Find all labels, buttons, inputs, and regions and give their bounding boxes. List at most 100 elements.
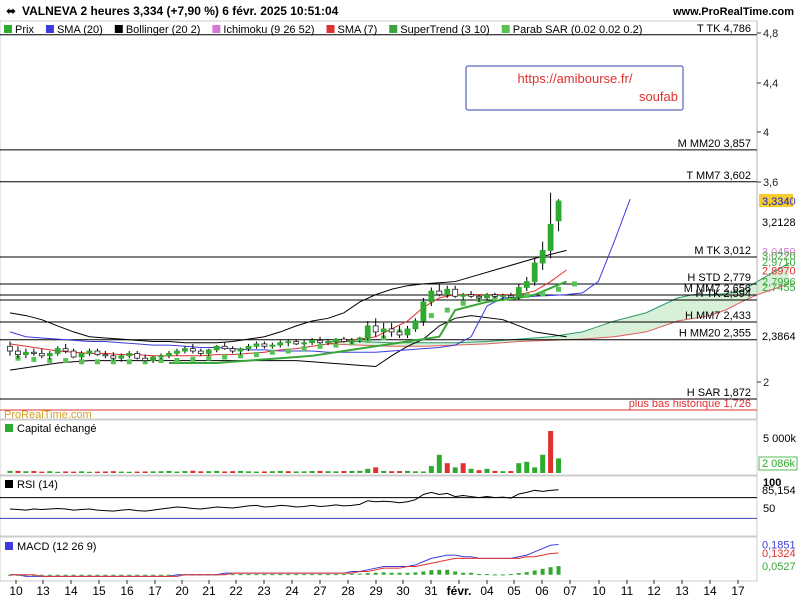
- volume-bar: [23, 471, 29, 473]
- macd-title: MACD (12 26 9): [17, 541, 96, 553]
- price-tick-label: 4,8: [763, 28, 778, 40]
- macd-hist-bar: [143, 574, 148, 576]
- level-label: M MM20 3,857: [678, 138, 751, 150]
- legend-label: SMA (20): [57, 24, 103, 36]
- sar-dot: [253, 352, 259, 358]
- candle-body: [523, 281, 530, 288]
- volume-bar: [214, 470, 220, 473]
- candle-body: [317, 339, 323, 344]
- sma7-icon: [326, 25, 335, 33]
- candle-body: [78, 353, 85, 358]
- sar-dot: [222, 354, 228, 360]
- candle-body: [404, 328, 411, 336]
- candle-body: [348, 339, 355, 342]
- candle-body: [388, 328, 395, 333]
- volume-bar: [548, 431, 554, 473]
- level-label: T TK 4,786: [697, 23, 751, 35]
- candle-body: [484, 294, 490, 299]
- candle-body: [476, 295, 482, 299]
- candle-body: [118, 355, 125, 359]
- candle-body: [134, 353, 141, 359]
- volume-bar: [222, 471, 228, 473]
- candle-body: [436, 290, 443, 296]
- volume-bar: [182, 471, 188, 473]
- macd-hist-bar: [357, 573, 362, 575]
- macd-hist-bar: [413, 572, 418, 575]
- volume-bar: [190, 470, 196, 473]
- sma20-icon: [45, 25, 54, 33]
- candle-body: [325, 341, 331, 344]
- annotation-author: soufab: [639, 89, 678, 104]
- volume-bar: [39, 471, 45, 473]
- date-label: 10: [592, 584, 606, 598]
- macd-hist-bar: [238, 574, 243, 576]
- candle-body: [30, 351, 37, 354]
- volume-bar: [540, 454, 546, 473]
- sar-dot: [317, 343, 323, 349]
- level-label: H MM7 2,433: [685, 310, 751, 322]
- candle-body: [205, 349, 212, 354]
- macd-hist-bar: [508, 574, 513, 576]
- rsi-panel: 1005085,154 RSI (14): [0, 475, 796, 537]
- watermark-text: ProRealTime.com: [4, 409, 92, 421]
- candle-body: [150, 356, 157, 361]
- sar-dot: [428, 313, 434, 319]
- date-label: 31: [424, 584, 438, 598]
- volume-bar: [118, 471, 124, 473]
- date-label: 20: [175, 584, 189, 598]
- volume-bar: [516, 463, 522, 473]
- volume-bar: [317, 470, 323, 473]
- macd-hist-bar: [286, 574, 291, 576]
- volume-bar: [79, 471, 85, 473]
- expand-icon[interactable]: ⬌: [6, 4, 16, 18]
- volume-bar: [420, 471, 426, 473]
- macd-hist-bar: [373, 572, 378, 575]
- volume-bar: [158, 471, 164, 473]
- macd-hist-bar: [310, 574, 315, 576]
- chart-stage: ⬌ VALNEVA 2 heures 3,334 (+7,90 %) 6 fév…: [0, 0, 800, 600]
- volume-bar: [524, 461, 530, 473]
- volume-bar: [309, 471, 315, 473]
- macd-hist-bar: [79, 574, 84, 576]
- volume-bar: [452, 467, 458, 473]
- date-label: 05: [507, 584, 521, 598]
- macd-hist-bar: [278, 574, 283, 576]
- candle-body: [309, 339, 316, 344]
- macd-hist-bar: [349, 573, 354, 575]
- sar-dot: [31, 356, 37, 362]
- volume-bar: [261, 471, 267, 473]
- macd-hist-bar: [365, 573, 370, 575]
- volume-bar: [142, 471, 148, 473]
- sar-icon: [501, 25, 510, 33]
- date-axis: 10 13 14 15 16 17 20 21 22 23 24 27 28 29 30 31 févr. 04 0…: [9, 580, 745, 598]
- volume-bar: [269, 471, 275, 473]
- candle-body: [293, 341, 300, 345]
- candle-body: [62, 348, 69, 352]
- volume-panel: 5 000k 2 086k Capital échangé: [0, 419, 798, 476]
- macd-hist-bar: [87, 574, 92, 576]
- rsi-swatch-icon: [5, 480, 13, 488]
- date-label: 22: [229, 584, 243, 598]
- date-label: 17: [148, 584, 162, 598]
- candle-body: [221, 345, 228, 350]
- sar-dot: [301, 346, 307, 352]
- legend-label: SuperTrend (3 10): [400, 24, 489, 36]
- candle-body: [7, 345, 13, 352]
- candle-body: [126, 353, 133, 357]
- macd-hist-bar: [397, 572, 402, 575]
- date-label: 27: [313, 584, 327, 598]
- macd-hist-bar: [341, 574, 346, 576]
- candle-body: [94, 350, 101, 356]
- volume-bar: [500, 471, 506, 473]
- volume-plot-area: [0, 419, 758, 476]
- price-tick-label: 3,6: [763, 177, 778, 189]
- volume-title: Capital échangé: [17, 423, 97, 435]
- price-side-label: 3,3340: [762, 196, 796, 208]
- candle-body: [301, 342, 308, 345]
- macd-panel: 0,18510,13240,0527 MACD (12 26 9): [0, 536, 796, 582]
- volume-last-label: 2 086k: [762, 458, 796, 470]
- volume-bar: [15, 470, 21, 473]
- annotation-url[interactable]: https://amibourse.fr/: [518, 71, 633, 86]
- price-panel: Prix SMA (20) Bollinger (20 2) Ichimoku (9 …: [0, 20, 796, 421]
- volume-bar: [484, 468, 490, 473]
